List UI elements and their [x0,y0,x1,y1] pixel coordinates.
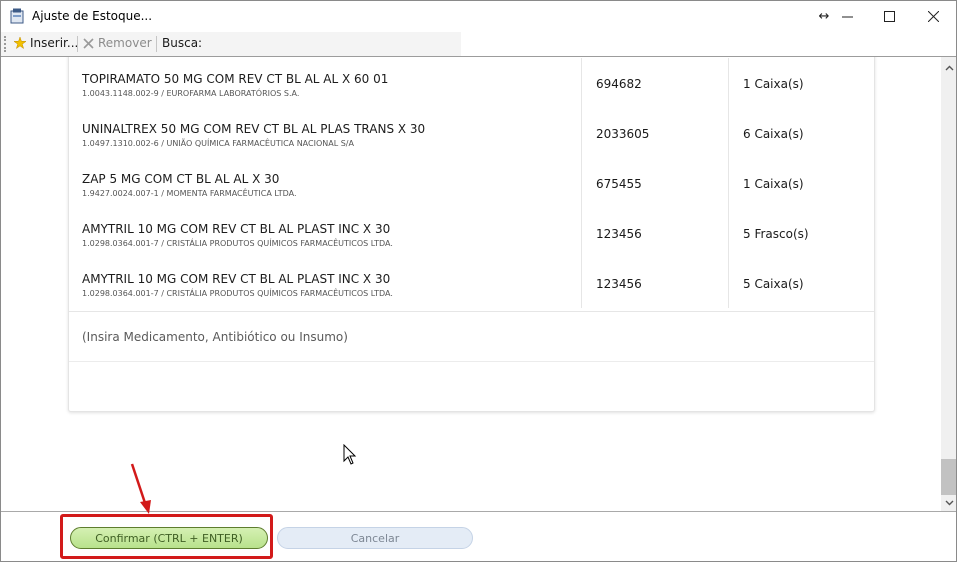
remove-x-icon [83,37,94,49]
product-name: AMYTRIL 10 MG COM REV CT BL AL PLAST INC… [82,272,391,286]
app-icon [10,8,24,24]
insert-item-row[interactable]: (Insira Medicamento, Antibiótico ou Insu… [69,311,874,362]
column-divider [728,108,729,158]
item-name-cell: UNINALTREX 50 MG COM REV CT BL AL PLAS T… [82,108,577,158]
chevron-down-icon [945,500,953,505]
list-item[interactable]: UNINALTREX 50 MG COM REV CT BL AL PLAS T… [69,108,874,158]
scrollbar-thumb[interactable] [941,459,956,495]
item-name-cell: TOPIRAMATO 50 MG COM REV CT BL AL AL X 6… [82,58,577,108]
toolbar: Inserir... Remover Busca: [1,32,461,56]
maximize-icon [883,11,895,22]
column-divider [581,208,582,258]
chevron-up-icon [945,65,953,70]
product-quantity: 5 Caixa(s) [743,277,804,291]
product-name: ZAP 5 MG COM CT BL AL AL X 30 [82,172,280,186]
column-divider [581,158,582,208]
search-input[interactable] [201,34,459,54]
product-code: 123456 [596,277,642,291]
mouse-cursor-icon [343,444,357,465]
list-item[interactable]: TOPIRAMATO 50 MG COM REV CT BL AL AL X 6… [69,58,874,108]
item-name-cell: AMYTRIL 10 MG COM REV CT BL AL PLAST INC… [82,208,577,258]
cancel-button[interactable]: Cancelar [277,527,473,549]
column-divider [728,58,729,108]
item-name-cell: ZAP 5 MG COM CT BL AL AL X 30 1.9427.002… [82,158,577,208]
product-code: 2033605 [596,127,650,141]
product-detail: 1.0298.0364.001-7 / CRISTÁLIA PRODUTOS Q… [82,239,393,248]
window-title: Ajuste de Estoque... [32,9,153,23]
product-detail: 1.0497.1310.002-6 / UNIÃO QUÍMICA FARMAC… [82,139,354,148]
product-name: AMYTRIL 10 MG COM REV CT BL AL PLAST INC… [82,222,391,236]
product-name: UNINALTREX 50 MG COM REV CT BL AL PLAS T… [82,122,426,136]
title-bar: Ajuste de Estoque... ↔ [1,1,956,32]
maximize-button[interactable] [871,1,907,32]
row-divider [69,361,874,362]
remove-label: Remover [98,36,152,50]
toolbar-separator [156,36,157,52]
items-card: TOPIRAMATO 50 MG COM REV CT BL AL AL X 6… [68,57,875,412]
item-name-cell: AMYTRIL 10 MG COM REV CT BL AL PLAST INC… [82,258,577,308]
items-scroll-area[interactable]: TOPIRAMATO 50 MG COM REV CT BL AL AL X 6… [1,57,941,511]
product-detail: 1.0298.0364.001-7 / CRISTÁLIA PRODUTOS Q… [82,289,393,298]
product-detail: 1.9427.0024.007-1 / MOMENTA FARMACÊUTICA… [82,189,297,198]
confirm-highlight-box [60,514,273,559]
list-item[interactable]: ZAP 5 MG COM CT BL AL AL X 30 1.9427.002… [69,158,874,208]
search-label: Busca: [162,36,203,50]
minimize-button[interactable] [829,1,865,32]
product-code: 694682 [596,77,642,91]
toolbar-grip[interactable] [4,36,8,52]
column-divider [728,158,729,208]
close-icon [927,11,939,22]
close-button[interactable] [915,1,951,32]
insert-button[interactable]: Inserir... [14,36,78,50]
vertical-scrollbar[interactable] [941,57,956,511]
product-code: 675455 [596,177,642,191]
product-quantity: 1 Caixa(s) [743,77,804,91]
product-detail: 1.0043.1148.002-9 / EUROFARMA LABORATÓRI… [82,89,300,98]
toolbar-separator [77,36,78,52]
red-arrow-icon [130,463,151,514]
product-quantity: 6 Caixa(s) [743,127,804,141]
remove-button[interactable]: Remover [83,36,152,50]
product-code: 123456 [596,227,642,241]
insert-item-placeholder: (Insira Medicamento, Antibiótico ou Insu… [82,330,348,344]
column-divider [581,58,582,108]
product-quantity: 5 Frasco(s) [743,227,809,241]
column-divider [581,258,582,308]
minimize-icon [841,16,853,18]
insert-label: Inserir... [30,36,79,50]
list-item[interactable]: AMYTRIL 10 MG COM REV CT BL AL PLAST INC… [69,258,874,308]
product-quantity: 1 Caixa(s) [743,177,804,191]
scroll-down-button[interactable] [941,494,956,511]
column-divider [581,108,582,158]
column-divider [728,208,729,258]
product-name: TOPIRAMATO 50 MG COM REV CT BL AL AL X 6… [82,72,389,86]
star-icon [14,37,26,49]
list-item[interactable]: AMYTRIL 10 MG COM REV CT BL AL PLAST INC… [69,208,874,258]
scroll-up-button[interactable] [941,59,956,76]
column-divider [728,258,729,308]
